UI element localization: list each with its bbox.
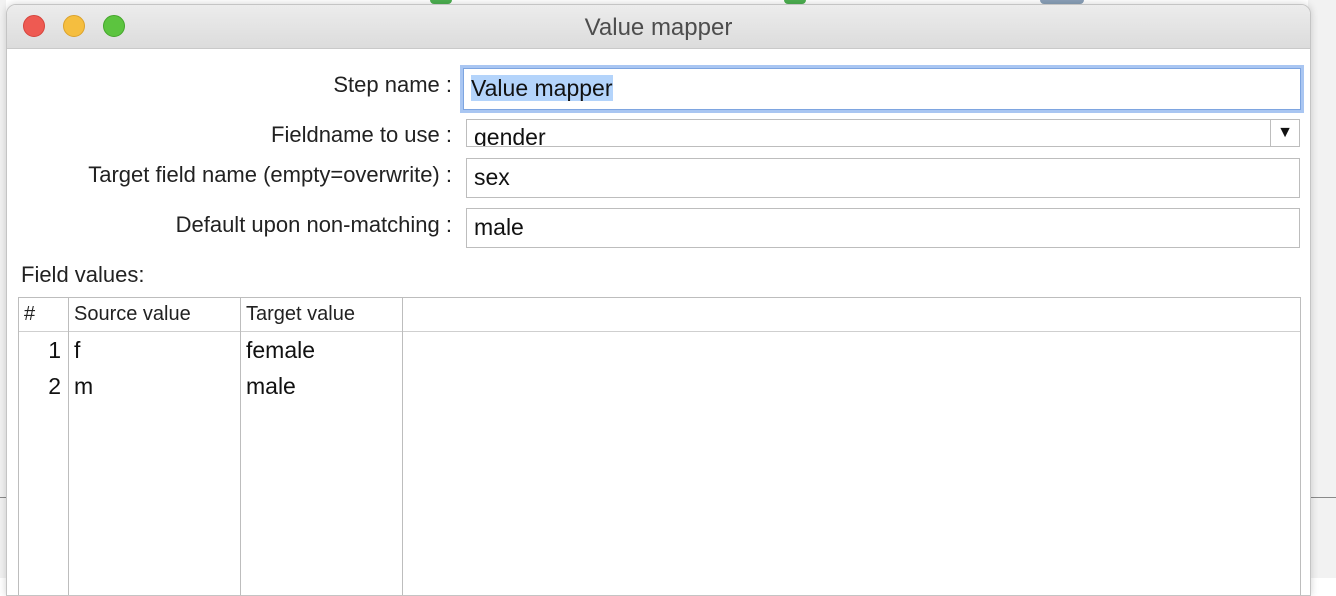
step-name-input[interactable]: Value mapper: [463, 68, 1301, 110]
background-divider-right: [1310, 497, 1336, 498]
default-value-input[interactable]: male: [466, 208, 1300, 248]
step-name-value: Value mapper: [471, 75, 613, 101]
column-header-source-value[interactable]: Source value: [69, 298, 240, 331]
fieldname-label: Fieldname to use :: [271, 122, 452, 147]
value-mapper-dialog: Value mapper Step name : Value mapper Fi…: [6, 4, 1311, 596]
target-value-cell[interactable]: male: [246, 368, 296, 404]
column-header-target-value[interactable]: Target value: [241, 298, 402, 331]
triangle-down-icon[interactable]: ▼: [1270, 120, 1299, 146]
fieldname-value: gender: [474, 124, 546, 147]
row-number: 2: [48, 373, 61, 399]
source-value-cell[interactable]: f: [74, 332, 80, 368]
default-value-text: male: [474, 214, 524, 240]
target-field-label: Target field name (empty=overwrite) :: [88, 162, 452, 187]
source-value-cell[interactable]: m: [74, 368, 93, 404]
column-divider: [402, 298, 403, 595]
column-divider: [240, 298, 241, 595]
row-number: 1: [48, 337, 61, 363]
target-value-cell[interactable]: female: [246, 332, 315, 368]
table-header: # Source value Target value: [19, 298, 1300, 332]
step-name-label: Step name :: [333, 72, 452, 97]
column-divider: [68, 298, 69, 595]
default-value-label: Default upon non-matching :: [175, 212, 452, 237]
column-header-number[interactable]: #: [19, 298, 68, 331]
field-values-label: Field values:: [21, 262, 145, 287]
fieldname-combo[interactable]: gender ▼: [466, 119, 1300, 147]
target-field-value: sex: [474, 164, 510, 190]
background-app-edge-right: [1308, 0, 1336, 578]
target-field-input[interactable]: sex: [466, 158, 1300, 198]
window-title: Value mapper: [584, 14, 733, 41]
title-bar[interactable]: Value mapper: [7, 5, 1310, 49]
field-values-table[interactable]: # Source value Target value 1 f female 2…: [18, 297, 1301, 595]
